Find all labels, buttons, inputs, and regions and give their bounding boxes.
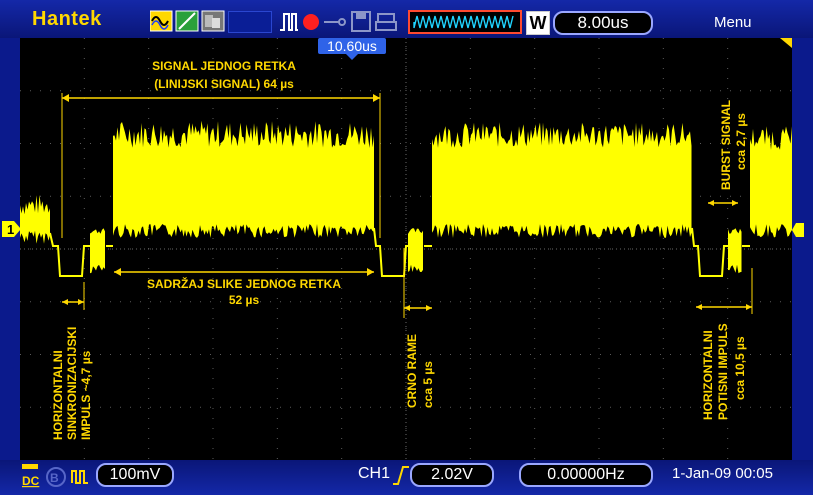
- line-signal-label-1: SIGNAL JEDNOG RETKA: [152, 59, 296, 73]
- trigger-position-marker[interactable]: 10.60us: [318, 38, 386, 60]
- svg-text:B: B: [50, 471, 59, 485]
- persist-mode-icon[interactable]: [201, 10, 225, 32]
- run-controls: [280, 11, 397, 32]
- trigger-position-label: 10.60us: [327, 38, 377, 54]
- mode-letter-badge[interactable]: W: [526, 11, 550, 35]
- trigger-level-display[interactable]: 2.02V: [410, 463, 494, 487]
- waveform-display: 10.60us SIGNAL JEDNOG RETKA (LINIJSKI SI…: [20, 38, 792, 460]
- hsync-label-3: IMPULS ~4,7 µs: [79, 350, 93, 440]
- blanking-label-3: cca 10,5 µs: [733, 336, 747, 400]
- burst-label-1: BURST SIGNAL: [719, 100, 733, 190]
- blanking-label-1: HORIZONTALNI: [701, 330, 715, 420]
- hsync-label-2: SINKRONIZACIJSKI: [65, 327, 79, 440]
- blanking-label-2: POTISNI IMPULS: [716, 323, 730, 420]
- hsync-label-1: HORIZONTALNI: [51, 350, 65, 440]
- probe-attenuation-icon[interactable]: [71, 470, 88, 484]
- memory-depth-indicator[interactable]: [408, 10, 522, 34]
- xy-mode-icon[interactable]: [175, 10, 199, 32]
- frequency-display: 0.00000Hz: [519, 463, 653, 487]
- timebase-display[interactable]: 8.00us: [553, 11, 653, 35]
- top-toolbar: [0, 0, 813, 38]
- waveform-mode-icon[interactable]: [150, 10, 173, 32]
- dc-coupling-icon[interactable]: DC: [22, 464, 40, 488]
- scroll-corner-marker: [780, 38, 792, 48]
- volts-per-div-display[interactable]: 100mV: [96, 463, 174, 487]
- channel1-level-marker[interactable]: 1: [2, 220, 22, 238]
- black-frame-label-1: CRNO RAME: [405, 334, 419, 408]
- channel1-marker-label: 1: [7, 222, 14, 237]
- bandwidth-limit-icon[interactable]: B: [46, 467, 66, 487]
- record-icon[interactable]: [303, 14, 319, 30]
- save-icon[interactable]: [351, 11, 371, 32]
- display-mode-icons: [150, 10, 225, 32]
- datetime-display: 1-Jan-09 00:05: [672, 465, 773, 482]
- picture-content-label-1: SADRŽAJ SLIKE JEDNOG RETKA: [147, 276, 341, 291]
- probe-icon[interactable]: [324, 18, 346, 26]
- trigger-level-marker[interactable]: [792, 222, 806, 238]
- menu-button[interactable]: Menu: [714, 14, 752, 31]
- brand-logo: Hantek: [32, 8, 102, 30]
- empty-slot: [228, 11, 272, 33]
- scope-screen: 10.60us SIGNAL JEDNOG RETKA (LINIJSKI SI…: [20, 38, 792, 460]
- picture-content-label-2: 52 µs: [229, 293, 260, 307]
- rising-edge-icon[interactable]: [392, 464, 410, 486]
- channel-coupling-icons: DC B: [22, 464, 88, 488]
- coupling-label: DC: [22, 474, 40, 488]
- black-frame-label-2: cca 5 µs: [421, 361, 435, 408]
- pulse-trigger-icon[interactable]: [280, 13, 298, 31]
- line-signal-label-2: (LINIJSKI SIGNAL) 64 µs: [154, 77, 294, 91]
- burst-label-2: cca 2,7 µs: [734, 113, 748, 170]
- trigger-source[interactable]: CH1: [358, 465, 390, 483]
- print-icon[interactable]: [375, 13, 397, 31]
